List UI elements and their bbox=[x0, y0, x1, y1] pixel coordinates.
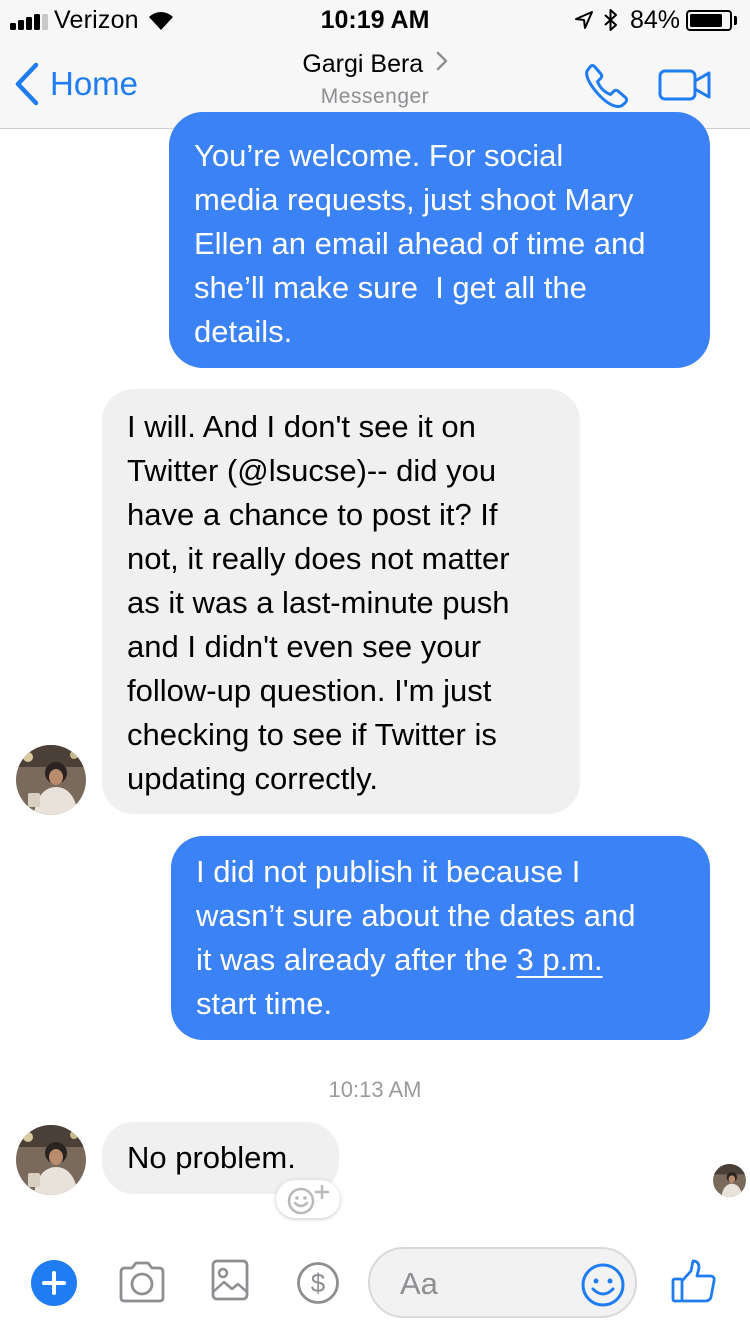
message-line: I will. And I don't see it on bbox=[127, 409, 476, 444]
back-button[interactable]: Home bbox=[14, 62, 138, 106]
message-line: not, it really does not matter bbox=[127, 541, 510, 576]
seen-indicator-avatar bbox=[713, 1164, 746, 1197]
contact-title[interactable]: Gargi Bera Messenger bbox=[250, 50, 500, 109]
outgoing-message-bubble[interactable]: I did not publish it because I wasn’t su… bbox=[171, 836, 710, 1040]
phone-icon[interactable] bbox=[582, 62, 630, 110]
message-line: follow-up question. I'm just bbox=[127, 673, 492, 708]
time-link[interactable]: 3 p.m. bbox=[517, 942, 603, 977]
message-input-placeholder: Aa bbox=[400, 1266, 438, 1301]
contact-photo bbox=[713, 1164, 746, 1197]
battery-tip bbox=[734, 16, 737, 25]
bluetooth-icon bbox=[604, 9, 617, 31]
message-line: Ellen an email ahead of time and bbox=[194, 226, 646, 261]
message-line: wasn’t sure about the dates and bbox=[196, 898, 636, 933]
message-line: details. bbox=[194, 314, 293, 349]
message-line: she’ll make sure I get all the bbox=[194, 270, 587, 305]
contact-photo bbox=[16, 745, 86, 815]
plus-icon[interactable] bbox=[31, 1260, 77, 1306]
emoji-icon[interactable] bbox=[580, 1262, 626, 1308]
status-bar: Verizon 10:19 AM 84% bbox=[0, 0, 750, 40]
battery-percent: 84% bbox=[630, 6, 681, 34]
battery-level-fill bbox=[690, 14, 722, 27]
outgoing-message-bubble[interactable]: You’re welcome. For social media request… bbox=[169, 112, 710, 368]
thumbs-up-icon[interactable] bbox=[670, 1257, 718, 1305]
video-camera-icon[interactable] bbox=[658, 68, 712, 102]
battery-icon bbox=[686, 10, 732, 31]
message-line: and I didn't even see your bbox=[127, 629, 482, 664]
svg-text:$: $ bbox=[311, 1268, 326, 1298]
location-arrow-icon bbox=[575, 11, 593, 29]
back-chevron-icon bbox=[15, 62, 39, 106]
message-line: it was already after the 3 p.m. bbox=[196, 938, 690, 982]
message-line: Twitter (@lsucse)-- did you bbox=[127, 453, 497, 488]
message-line: You’re welcome. For social bbox=[194, 138, 564, 173]
gallery-icon[interactable] bbox=[210, 1258, 250, 1302]
chevron-right-icon bbox=[436, 51, 447, 71]
contact-subtitle: Messenger bbox=[320, 85, 430, 108]
add-reaction-button[interactable] bbox=[276, 1180, 340, 1218]
add-reaction-icon bbox=[287, 1184, 330, 1215]
message-line: as it was a last-minute push bbox=[127, 585, 510, 620]
avatar[interactable] bbox=[16, 1125, 86, 1195]
contact-name: Gargi Bera bbox=[302, 50, 424, 78]
avatar[interactable] bbox=[16, 745, 86, 815]
message-line: updating correctly. bbox=[127, 761, 378, 796]
incoming-message-bubble[interactable]: I will. And I don't see it on Twitter (@… bbox=[102, 389, 580, 814]
back-label: Home bbox=[50, 65, 139, 102]
message-line: media requests, just shoot Mary bbox=[194, 182, 634, 217]
camera-icon[interactable] bbox=[117, 1260, 167, 1304]
message-composer: $ Aa bbox=[0, 1230, 750, 1334]
message-line: start time. bbox=[196, 986, 333, 1021]
payment-icon[interactable]: $ bbox=[296, 1261, 340, 1305]
message-line: I did not publish it because I bbox=[196, 854, 581, 889]
message-text: it was already after the bbox=[196, 942, 517, 977]
message-timestamp: 10:13 AM bbox=[328, 1077, 422, 1102]
message-line: checking to see if Twitter is bbox=[127, 717, 497, 752]
message-line: No problem. bbox=[127, 1140, 296, 1175]
contact-photo bbox=[16, 1125, 86, 1195]
message-line: have a chance to post it? If bbox=[127, 497, 498, 532]
